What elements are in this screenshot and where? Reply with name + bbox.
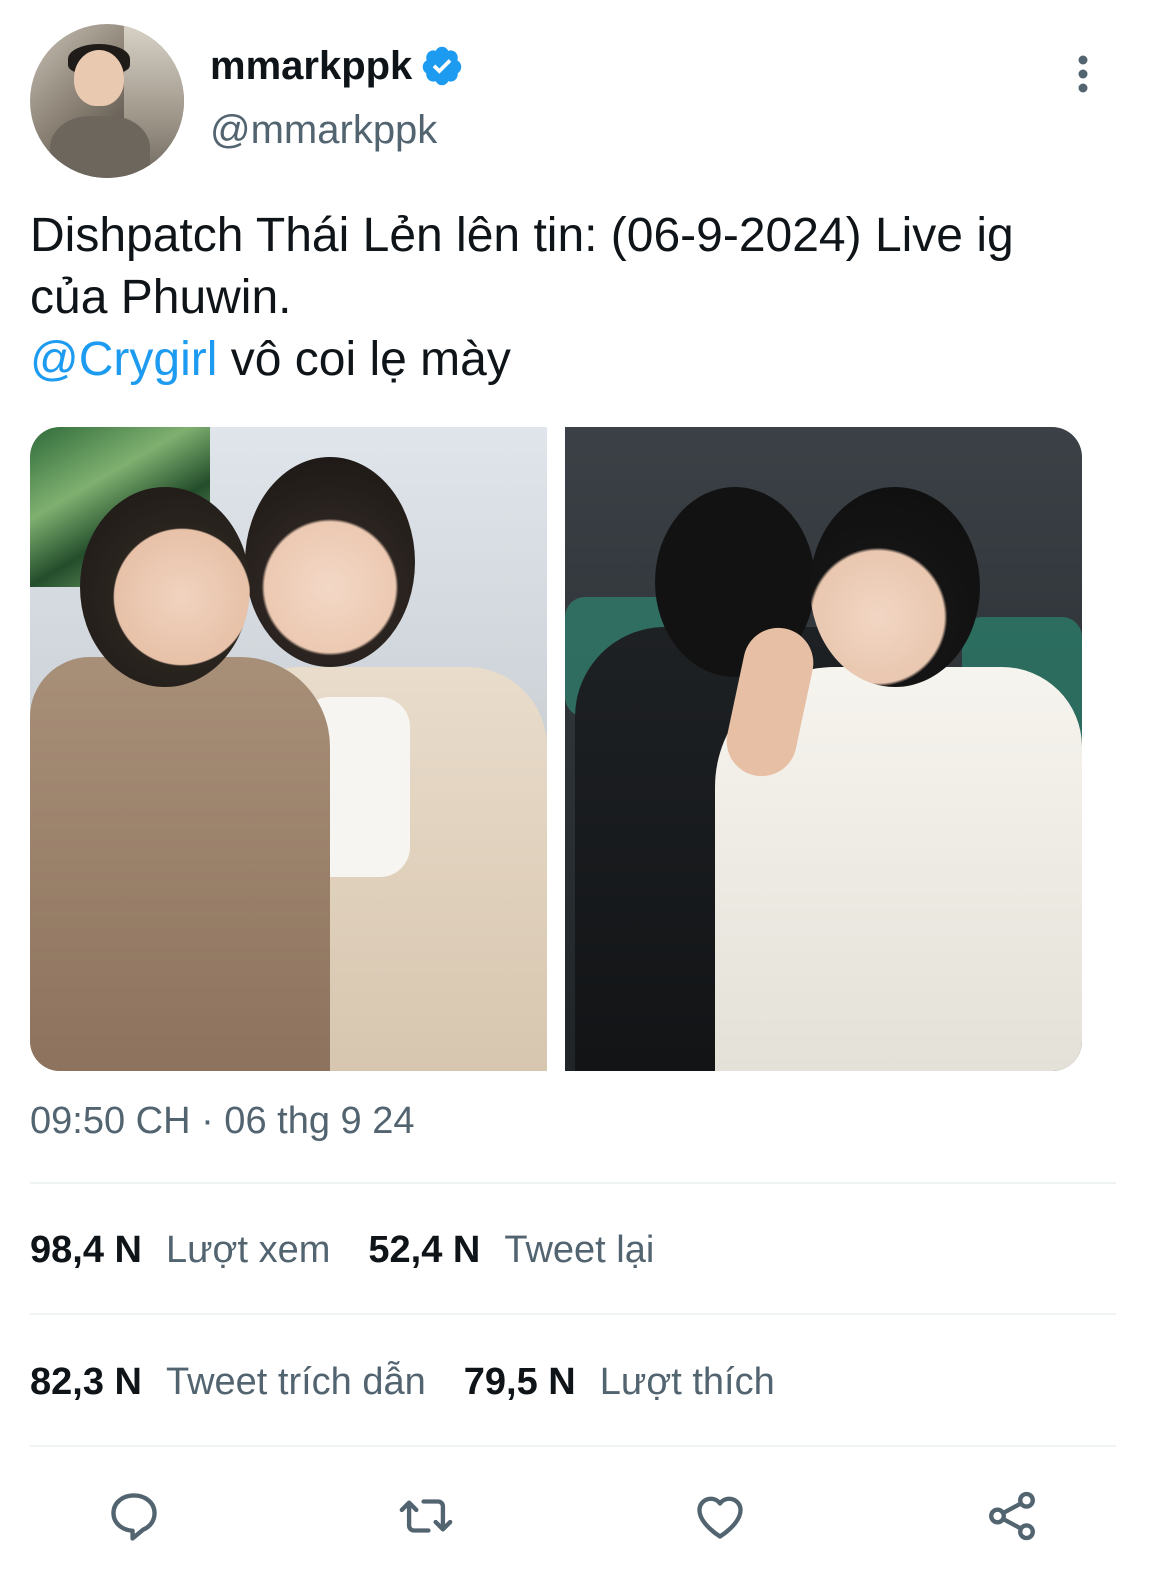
views-stat[interactable]: 98,4 N Lượt xem: [30, 1229, 330, 1272]
quote-tweets-count: 82,3 N: [30, 1360, 142, 1403]
author-avatar[interactable]: [30, 24, 184, 178]
tweet-text-line: @Crygirl vô coi lẹ mày: [30, 329, 1130, 391]
reply-icon: [111, 1493, 157, 1541]
likes-count: 79,5 N: [463, 1360, 576, 1403]
photo-person-head: [80, 487, 250, 687]
photo-person-head: [245, 457, 415, 667]
media-photo-right[interactable]: [565, 427, 1082, 1071]
share-button[interactable]: [982, 1484, 1042, 1548]
tweet-media[interactable]: [30, 427, 1082, 1071]
retweet-icon: [399, 1499, 453, 1533]
retweets-count: 52,4 N: [368, 1228, 481, 1271]
quote-tweets-label: Tweet trích dẫn: [165, 1360, 426, 1403]
views-count: 98,4 N: [30, 1228, 142, 1271]
photo-person-head: [810, 487, 980, 687]
reply-button[interactable]: [104, 1484, 164, 1548]
tweet-text-line: của Phuwin.: [30, 271, 292, 324]
like-button[interactable]: [690, 1484, 750, 1548]
likes-stat[interactable]: 79,5 N Lượt thích: [464, 1361, 775, 1404]
quote-tweets-stat[interactable]: 82,3 N Tweet trích dẫn: [30, 1361, 426, 1404]
divider: [30, 1182, 1116, 1184]
more-vertical-icon[interactable]: [1066, 52, 1100, 96]
avatar-shirt: [50, 116, 150, 178]
photo-person-jacket: [30, 657, 330, 1071]
tweet-text-line: Dishpatch Thái Lẻn lên tin: (06-9-2024) …: [30, 209, 1014, 262]
views-label: Lượt xem: [165, 1228, 331, 1271]
mention-link[interactable]: @Crygirl: [30, 333, 217, 386]
share-icon: [989, 1491, 1035, 1541]
tweet-text: Dishpatch Thái Lẻn lên tin: (06-9-2024) …: [30, 205, 1130, 391]
stats-row: 98,4 N Lượt xem 52,4 N Tweet lại: [30, 1220, 692, 1280]
stats-row: 82,3 N Tweet trích dẫn 79,5 N Lượt thích: [30, 1352, 813, 1412]
verified-badge-icon: [423, 46, 462, 86]
author-display-name[interactable]: mmarkppk: [210, 44, 412, 89]
retweets-label: Tweet lại: [504, 1228, 655, 1271]
divider: [30, 1313, 1116, 1315]
divider: [30, 1445, 1116, 1447]
likes-label: Lượt thích: [599, 1360, 775, 1403]
media-photo-left[interactable]: [30, 427, 547, 1071]
retweet-button[interactable]: [396, 1484, 456, 1548]
tweet-timestamp[interactable]: 09:50 CH · 06 thg 9 24: [30, 1100, 414, 1143]
retweets-stat[interactable]: 52,4 N Tweet lại: [368, 1229, 654, 1272]
tweet-text-rest: vô coi lẹ mày: [217, 333, 511, 386]
avatar-face: [74, 50, 124, 106]
author-name-row[interactable]: mmarkppk: [210, 40, 464, 92]
heart-icon: [697, 1496, 743, 1539]
author-handle[interactable]: @mmarkppk: [210, 108, 437, 153]
